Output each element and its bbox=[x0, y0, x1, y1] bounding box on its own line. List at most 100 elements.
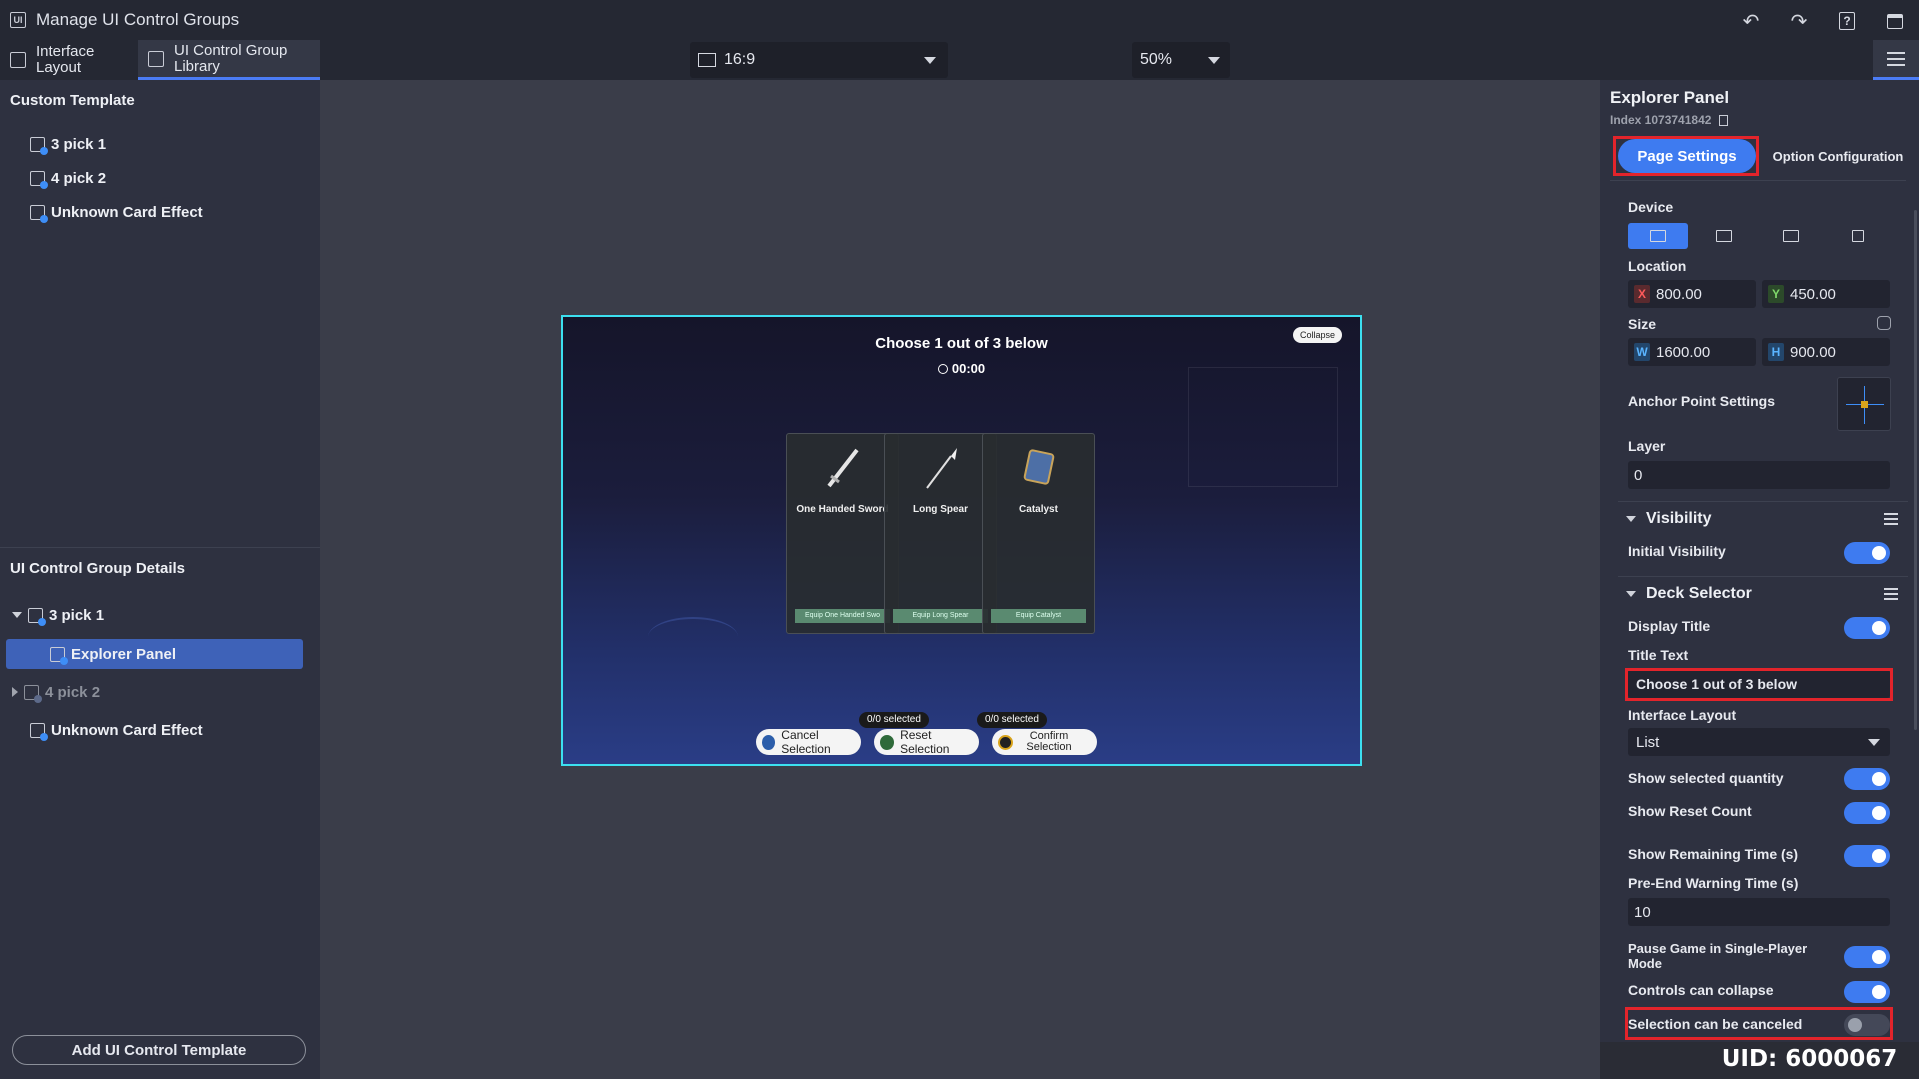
menu-icon[interactable] bbox=[1884, 512, 1898, 525]
visibility-section-header[interactable]: Visibility bbox=[1618, 501, 1908, 535]
device-tablet-button[interactable] bbox=[1694, 223, 1754, 249]
equip-button[interactable]: Equip Catalyst bbox=[991, 609, 1086, 623]
highlight-box bbox=[1613, 136, 1759, 176]
tab-ui-control-group-library[interactable]: UI Control Group Library bbox=[138, 40, 320, 80]
menu-icon[interactable] bbox=[1884, 587, 1898, 600]
pause-game-label: Pause Game in Single-Player Mode bbox=[1628, 941, 1808, 971]
tab-interface-layout[interactable]: Interface Layout bbox=[0, 40, 136, 80]
card-one-handed-sword[interactable]: One Handed Sword Equip One Handed Swo bbox=[786, 433, 899, 634]
device-label: Device bbox=[1628, 199, 1674, 215]
show-reset-count-label: Show Reset Count bbox=[1628, 803, 1752, 819]
monitor-icon bbox=[1650, 230, 1666, 242]
window-title: Manage UI Control Groups bbox=[36, 10, 240, 29]
custom-template-heading: Custom Template bbox=[10, 92, 135, 109]
layer-label: Layer bbox=[1628, 438, 1666, 454]
card-catalyst[interactable]: Catalyst Equip Catalyst bbox=[982, 433, 1095, 634]
undo-icon[interactable]: ↶ bbox=[1738, 8, 1764, 34]
group-icon bbox=[28, 607, 46, 626]
tablet-icon bbox=[1716, 230, 1732, 242]
decor-arc bbox=[648, 617, 738, 657]
pause-game-toggle[interactable] bbox=[1844, 946, 1890, 968]
tab-label: UI Control Group Library bbox=[174, 41, 288, 75]
aspect-ratio-value: 16:9 bbox=[724, 51, 756, 68]
tab-label: Interface Layout bbox=[36, 43, 95, 76]
details-group-3pick1[interactable]: 3 pick 1 bbox=[12, 600, 104, 630]
help-icon[interactable]: ? bbox=[1834, 8, 1860, 34]
expand-arrow-icon[interactable] bbox=[12, 612, 22, 618]
collapse-button[interactable]: Collapse bbox=[1292, 327, 1342, 343]
preview-timer: 00:00 bbox=[563, 361, 1360, 376]
device-laptop-button[interactable] bbox=[1761, 223, 1821, 249]
pre-end-warning-label: Pre-End Warning Time (s) bbox=[1628, 875, 1799, 891]
confirm-selection-button[interactable]: Confirm Selection bbox=[992, 729, 1097, 755]
reset-selection-button[interactable]: Reset Selection bbox=[874, 728, 979, 756]
title-text-label: Title Text bbox=[1628, 647, 1689, 663]
collapse-arrow-icon[interactable] bbox=[12, 687, 18, 697]
tab-option-configuration[interactable]: Option Configuration bbox=[1764, 139, 1912, 173]
cancel-selection-button[interactable]: Cancel Selection bbox=[756, 728, 861, 756]
preview-frame[interactable]: Choose 1 out of 3 below 00:00 Collapse O… bbox=[561, 315, 1362, 766]
show-selected-quantity-label: Show selected quantity bbox=[1628, 770, 1784, 786]
aspect-ratio-dropdown[interactable]: 16:9 bbox=[690, 42, 948, 78]
controls-collapse-label: Controls can collapse bbox=[1628, 982, 1774, 998]
location-label: Location bbox=[1628, 258, 1687, 274]
interface-layout-dropdown[interactable]: List bbox=[1628, 728, 1890, 756]
chevron-down-icon bbox=[1868, 739, 1880, 746]
library-icon bbox=[148, 50, 164, 67]
preview-title: Choose 1 out of 3 below bbox=[875, 335, 1048, 352]
display-title-toggle[interactable] bbox=[1844, 617, 1890, 639]
show-selected-quantity-toggle[interactable] bbox=[1844, 768, 1890, 790]
size-h-field[interactable]: H 900.00 bbox=[1762, 338, 1890, 366]
maximize-icon[interactable] bbox=[1882, 8, 1908, 34]
show-remaining-time-toggle[interactable] bbox=[1844, 845, 1890, 867]
details-group-4pick2[interactable]: 4 pick 2 bbox=[12, 677, 100, 707]
pre-end-warning-field[interactable]: 10 bbox=[1628, 898, 1890, 926]
anchor-point-picker[interactable] bbox=[1837, 377, 1891, 431]
controls-collapse-toggle[interactable] bbox=[1844, 981, 1890, 1003]
details-item-explorer-panel[interactable]: Explorer Panel bbox=[6, 639, 303, 669]
decor-player-list bbox=[1188, 367, 1338, 487]
sword-icon bbox=[827, 448, 859, 488]
h-axis-icon: H bbox=[1768, 343, 1784, 361]
device-pc-button[interactable] bbox=[1628, 223, 1688, 249]
initial-visibility-label: Initial Visibility bbox=[1628, 543, 1726, 559]
expand-arrow-icon bbox=[1626, 590, 1636, 597]
zoom-value: 50% bbox=[1140, 51, 1173, 68]
link-icon[interactable] bbox=[1877, 316, 1891, 330]
interface-layout-label: Interface Layout bbox=[1628, 707, 1737, 723]
details-item-unknown-card-effect[interactable]: Unknown Card Effect bbox=[30, 715, 203, 745]
size-w-field[interactable]: W 1600.00 bbox=[1628, 338, 1756, 366]
location-x-field[interactable]: X 800.00 bbox=[1628, 280, 1756, 308]
size-label: Size bbox=[1628, 316, 1657, 332]
template-item-4pick2[interactable]: 4 pick 2 bbox=[30, 163, 106, 193]
laptop-icon bbox=[1783, 230, 1799, 242]
app-icon: UI bbox=[10, 12, 26, 28]
location-y-field[interactable]: Y 450.00 bbox=[1762, 280, 1890, 308]
a-button-icon bbox=[998, 734, 1013, 750]
group-icon bbox=[24, 684, 42, 703]
y-axis-icon: Y bbox=[1768, 285, 1784, 303]
divider bbox=[0, 547, 320, 548]
settings-sliders-icon[interactable] bbox=[1873, 40, 1919, 80]
layer-field[interactable]: 0 bbox=[1628, 461, 1890, 489]
add-ui-control-template-button[interactable]: Add UI Control Template bbox=[12, 1035, 306, 1065]
zoom-dropdown[interactable]: 50% bbox=[1132, 42, 1230, 78]
copy-icon[interactable] bbox=[1719, 114, 1729, 126]
equip-button[interactable]: Equip One Handed Swo bbox=[795, 609, 890, 623]
equip-button[interactable]: Equip Long Spear bbox=[893, 609, 988, 623]
scrollbar[interactable] bbox=[1914, 210, 1917, 730]
show-reset-count-toggle[interactable] bbox=[1844, 802, 1890, 824]
template-item-3pick1[interactable]: 3 pick 1 bbox=[30, 129, 106, 159]
catalyst-book-icon bbox=[1023, 449, 1055, 485]
expand-arrow-icon bbox=[1626, 515, 1636, 522]
title-bar: UI Manage UI Control Groups ↶ ↷ ? bbox=[0, 0, 1919, 40]
highlight-box bbox=[1625, 1007, 1893, 1040]
show-remaining-time-label: Show Remaining Time (s) bbox=[1628, 846, 1799, 862]
deck-selector-section-header[interactable]: Deck Selector bbox=[1618, 576, 1908, 610]
panel-title: Explorer Panel bbox=[1610, 88, 1730, 107]
device-handheld-button[interactable] bbox=[1828, 223, 1888, 249]
card-long-spear[interactable]: Long Spear Equip Long Spear bbox=[884, 433, 997, 634]
initial-visibility-toggle[interactable] bbox=[1844, 542, 1890, 564]
redo-icon[interactable]: ↷ bbox=[1786, 8, 1812, 34]
template-item-unknown-card-effect[interactable]: Unknown Card Effect bbox=[30, 197, 203, 227]
